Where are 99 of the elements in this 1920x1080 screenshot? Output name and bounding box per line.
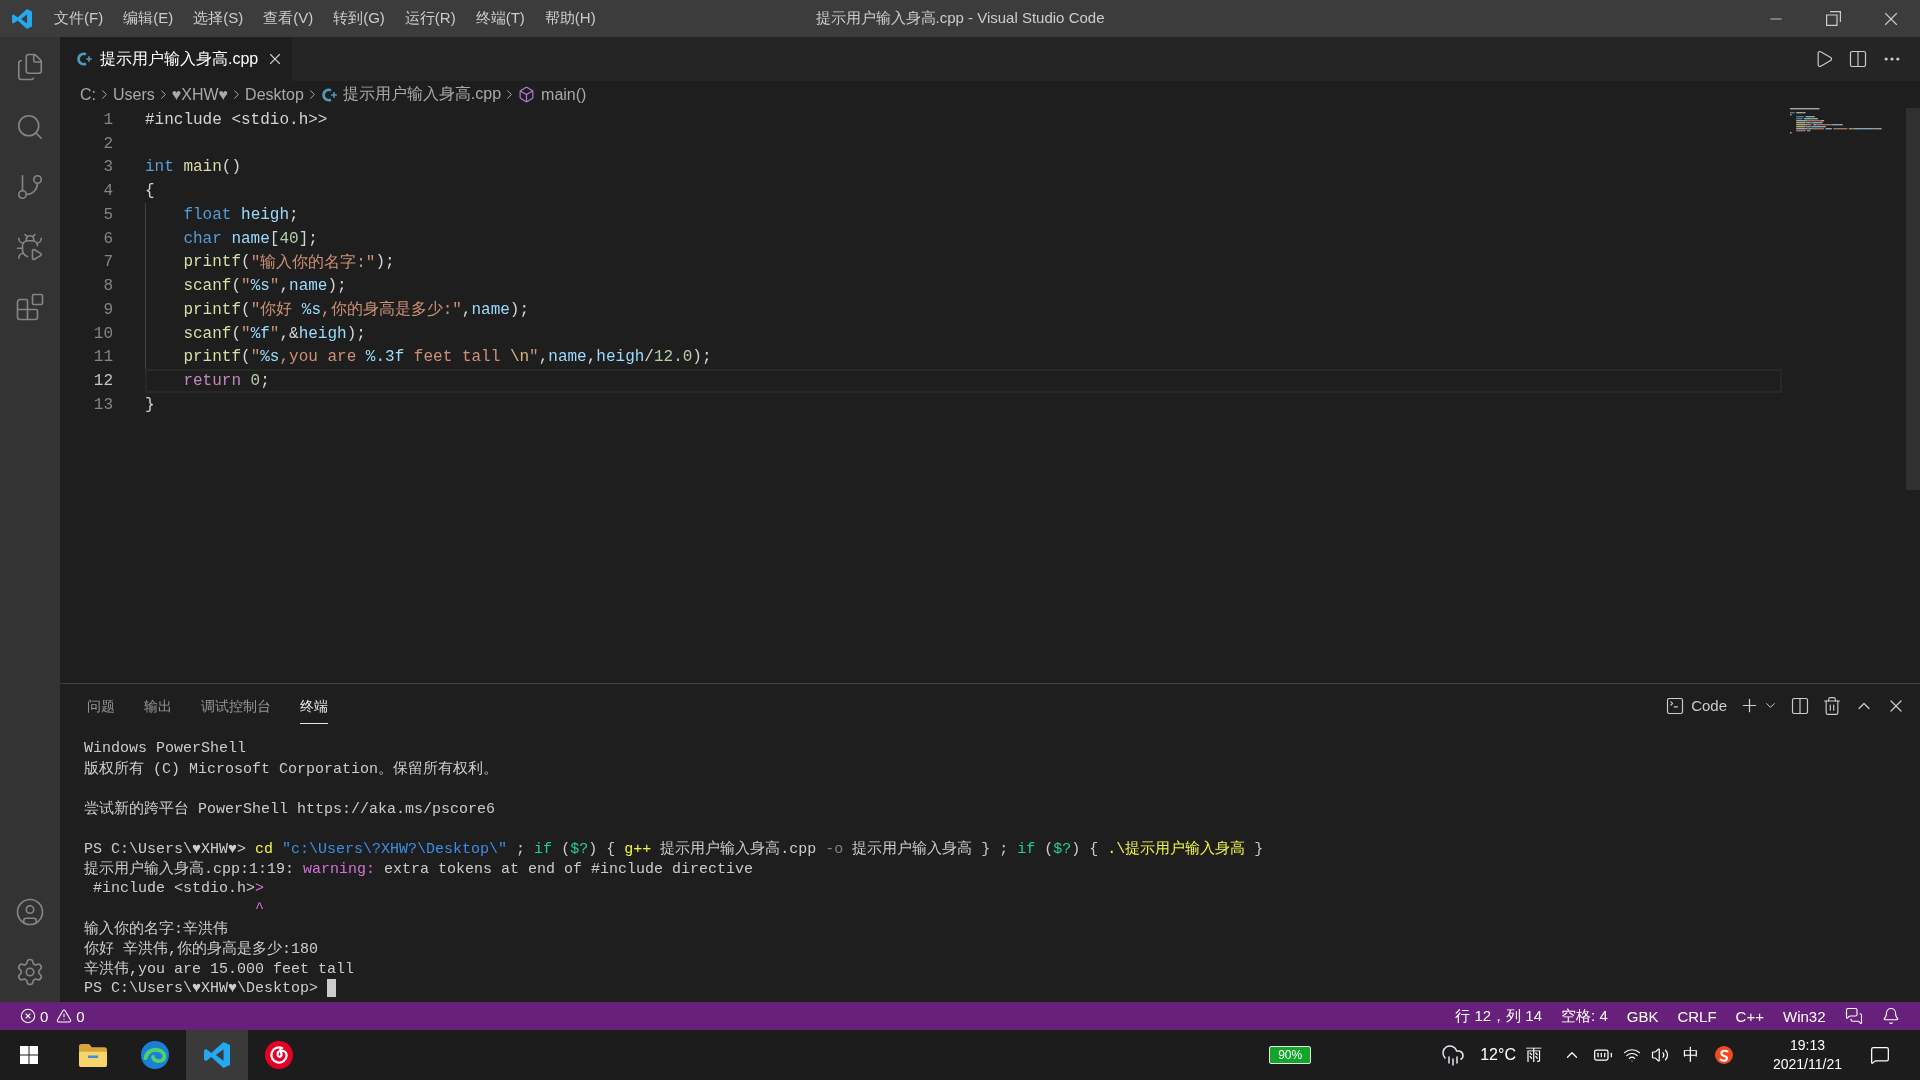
editor-tab[interactable]: 提示用户输入身高.cpp	[60, 37, 293, 81]
status-item[interactable]: Win32	[1773, 1007, 1835, 1025]
line-number: 1	[103, 110, 113, 129]
terminal-picker[interactable]: Code	[1665, 695, 1727, 716]
code-line: scanf("%s",name);	[183, 276, 347, 298]
line-number: 9	[103, 300, 113, 319]
terminal-line: PS C:\Users\♥XHW♥> cd "c:\Users\?XHW?\Desktop\" ; if ($?) { g++ 提示用户输入身高.cpp -o 提示用户输入身高 } ; if ($?) { .\提示用户输入身高 }	[84, 839, 1264, 858]
spiral-badge-icon[interactable]	[265, 1041, 293, 1069]
code-line: printf("你好 %s,你的身高是多少:",name);	[183, 299, 530, 322]
code-line: printf("%s,you are %.3f feet tall \n",name,heigh/12.0);	[183, 347, 712, 369]
menu-item[interactable]: 终端(T)	[465, 0, 535, 37]
status-item[interactable]: CRLF	[1667, 1007, 1727, 1025]
bell-icon[interactable]	[1882, 1007, 1900, 1025]
files-icon[interactable]	[15, 52, 45, 82]
code-line: return 0;	[183, 371, 270, 393]
settings-icon[interactable]	[15, 957, 45, 987]
cpp-file-icon	[320, 86, 337, 103]
terminal-line: #include <stdio.h>>	[92, 879, 265, 897]
code-line: float heigh;	[183, 204, 299, 226]
terminal-line: 尝试新的跨平台 PowerShell https://aka.ms/pscore6	[84, 799, 496, 818]
swirl-icon[interactable]	[141, 1041, 169, 1069]
clock-date[interactable]: 2021/11/21	[1772, 1055, 1842, 1074]
breadcrumb-item[interactable]: ♥XHW♥	[171, 85, 229, 104]
clock-time[interactable]: 19:13	[1789, 1036, 1825, 1055]
menu-item[interactable]: 文件(F)	[44, 0, 114, 37]
weather-condition[interactable]: 雨	[1525, 1044, 1542, 1066]
branch-icon[interactable]	[15, 172, 45, 202]
code-line: scanf("%f",&heigh);	[183, 323, 366, 345]
line-number: 7	[103, 253, 113, 272]
cube-icon	[518, 86, 536, 103]
status-item[interactable]: 行 12，列 14	[1445, 1006, 1552, 1026]
breadcrumb-item[interactable]: Desktop	[245, 85, 304, 104]
code-line: {	[145, 181, 155, 203]
speaker-icon[interactable]	[1650, 1046, 1669, 1064]
logo-badge-icon[interactable]	[1714, 1046, 1733, 1064]
app-logo-icon	[12, 8, 32, 29]
menu-item[interactable]: 帮助(H)	[534, 0, 606, 37]
terminal-line: 输入你的名字:辛洪伟	[84, 919, 228, 938]
panel-tab[interactable]: 调试控制台	[201, 687, 271, 724]
terminal-line: 你好 辛洪伟,你的身高是多少:180	[84, 939, 318, 958]
status-item[interactable]: C++	[1726, 1007, 1774, 1025]
menu-item[interactable]: 转到(G)	[323, 0, 395, 37]
play-bug-icon[interactable]	[15, 232, 45, 262]
chat-icon[interactable]	[1845, 1007, 1863, 1025]
menu-item[interactable]: 编辑(E)	[113, 0, 184, 37]
terminal-line: Windows PowerShell	[84, 739, 247, 757]
terminal-line: 提示用户输入身高.cpp:1:19: warning: extra tokens at end of #include directive	[84, 859, 754, 878]
folder-icon[interactable]	[79, 1043, 107, 1067]
split-icon[interactable]	[1790, 695, 1810, 716]
line-number: 6	[103, 229, 113, 248]
line-number: 5	[103, 205, 113, 224]
trash-icon[interactable]	[1822, 695, 1842, 716]
restore-icon[interactable]	[1826, 11, 1842, 26]
line-number: 13	[93, 395, 113, 414]
line-number: 10	[93, 324, 113, 343]
breadcrumb-item[interactable]: 提示用户输入身高.cpp	[342, 84, 502, 105]
menu-item[interactable]: 查看(V)	[253, 0, 324, 37]
problems-indicator[interactable]: 0 0	[14, 1007, 91, 1025]
start-icon[interactable]	[20, 1046, 38, 1064]
blocks-icon[interactable]	[15, 292, 45, 322]
terminal-line: PS C:\Users\♥XHW♥\Desktop>	[84, 979, 320, 997]
line-number: 11	[93, 348, 113, 367]
code-line: int main()	[145, 157, 242, 179]
warning-icon	[56, 1008, 73, 1024]
status-item[interactable]: GBK	[1617, 1007, 1668, 1025]
ime-indicator[interactable]: 中	[1682, 1044, 1699, 1066]
code-line: printf("输入你的名字:");	[183, 252, 395, 274]
line-number: 12	[93, 372, 113, 391]
cpp-file-icon	[76, 51, 92, 67]
line-number: 3	[103, 158, 113, 177]
battery-indicator: 90%	[1269, 1046, 1312, 1064]
terminal-line: 辛洪伟,you are 15.000 feet tall	[84, 959, 355, 978]
panel-tab[interactable]: 终端	[300, 687, 328, 724]
split-icon[interactable]	[1848, 49, 1868, 69]
breadcrumb-item[interactable]: main()	[541, 85, 587, 104]
editor-logo-icon[interactable]	[204, 1042, 230, 1068]
line-number: 4	[103, 182, 113, 201]
rain-cloud-icon[interactable]	[1441, 1043, 1466, 1067]
line-number: 2	[103, 134, 113, 153]
menu-item[interactable]: 运行(R)	[394, 0, 466, 37]
account-icon[interactable]	[15, 897, 45, 927]
status-item[interactable]: 空格: 4	[1551, 1006, 1618, 1026]
breadcrumb-item[interactable]: Users	[113, 85, 155, 104]
weather-temperature[interactable]: 12°C	[1480, 1046, 1516, 1064]
search-icon[interactable]	[15, 112, 45, 142]
code-line: char name[40];	[183, 228, 318, 250]
line-number: 8	[103, 277, 113, 296]
breadcrumb-item[interactable]: C:	[80, 85, 96, 104]
panel-tab[interactable]: 问题	[87, 687, 115, 724]
terminal-line: 版权所有 (C) Microsoft Corporation。保留所有权利。	[84, 759, 499, 778]
code-line: #include <stdio.h>>	[145, 109, 328, 131]
code-line: }	[145, 394, 155, 416]
panel-tab[interactable]: 输出	[144, 687, 172, 724]
error-icon	[20, 1008, 36, 1024]
menu-item[interactable]: 选择(S)	[183, 0, 254, 37]
terminal-icon	[1665, 695, 1686, 716]
terminal-line: ^	[254, 899, 265, 917]
notification-icon[interactable]	[1870, 1045, 1890, 1065]
window-title: 提示用户输入身高.cpp - Visual Studio Code	[815, 9, 1105, 28]
